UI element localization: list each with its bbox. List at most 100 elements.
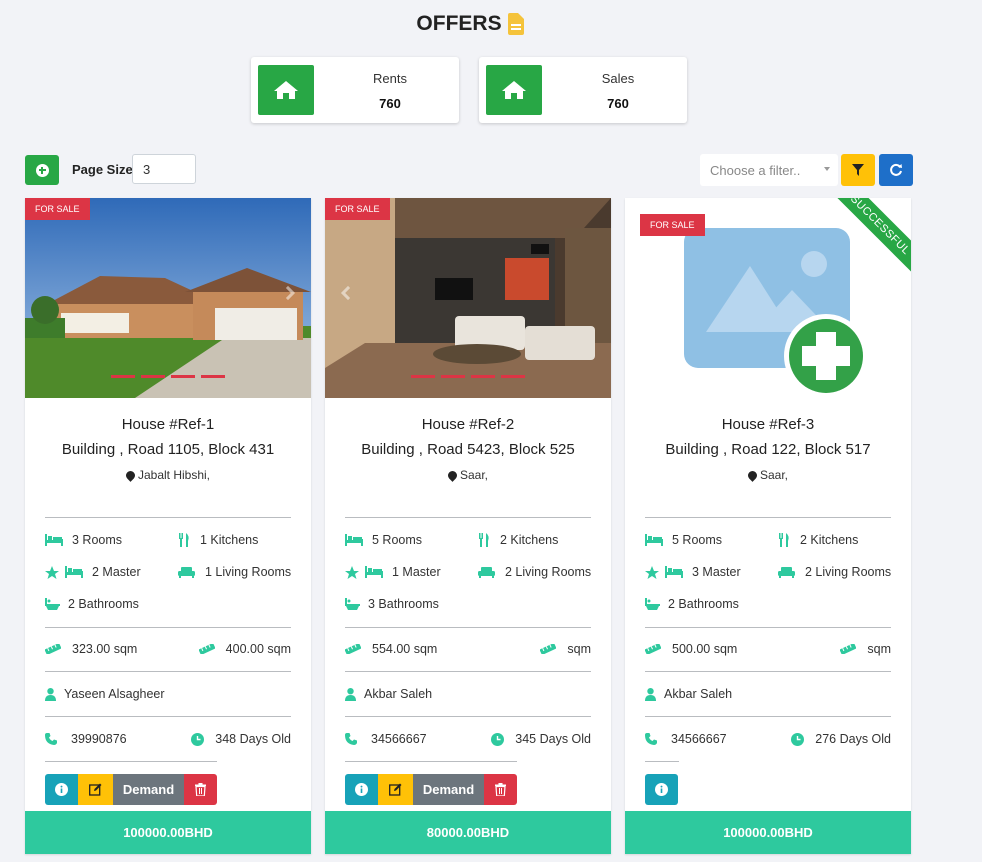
divider xyxy=(45,517,291,518)
image-placeholder[interactable]: FOR SALE SUCCESSFUL xyxy=(625,198,911,398)
offer-address: Building , Road 122, Block 517 xyxy=(665,441,871,458)
stat-label: Sales xyxy=(601,71,635,86)
kitchens-row: 2 Kitchens xyxy=(478,533,558,547)
bed-icon xyxy=(45,534,63,546)
offer-card: FOR SALE House #Ref-1 Building , Road 11… xyxy=(25,198,311,854)
divider xyxy=(645,671,891,672)
location-text: Jabalt Hibshi, xyxy=(137,468,211,482)
info-button[interactable] xyxy=(345,774,378,805)
info-button[interactable] xyxy=(45,774,78,805)
rooms-text: 5 Rooms xyxy=(672,533,723,547)
living-text: 2 Living Rooms xyxy=(805,565,892,579)
action-buttons: Demand xyxy=(345,774,517,805)
ruler-icon xyxy=(45,644,61,654)
map-pin-icon xyxy=(124,468,137,482)
kitchens-text: 2 Kitchens xyxy=(800,533,859,547)
page-size-input[interactable] xyxy=(132,154,196,184)
divider xyxy=(645,517,891,518)
offer-location: Saar, xyxy=(625,468,911,482)
area-row-2: 400.00 sqm xyxy=(198,642,291,656)
demand-button[interactable]: Demand xyxy=(113,774,184,805)
phone-text: 34566667 xyxy=(371,732,427,746)
map-pin-icon xyxy=(446,468,459,482)
ruler-icon xyxy=(645,644,661,654)
for-sale-badge: FOR SALE xyxy=(640,214,705,236)
divider xyxy=(645,761,679,762)
phone-icon xyxy=(45,733,57,745)
stat-sales: Sales 760 xyxy=(479,57,687,123)
ruler-icon xyxy=(840,644,857,654)
home-icon xyxy=(486,65,542,115)
trash-icon xyxy=(495,783,506,796)
delete-button[interactable] xyxy=(184,774,217,805)
divider xyxy=(645,716,891,717)
location-text: Saar, xyxy=(459,468,489,482)
bathrooms-row: 2 Bathrooms xyxy=(645,597,739,611)
rooms-text: 3 Rooms xyxy=(72,533,123,547)
divider xyxy=(345,671,591,672)
divider xyxy=(45,716,291,717)
living-row: 1 Living Rooms xyxy=(178,565,291,579)
master-row: 3 Master xyxy=(645,565,741,579)
carousel-indicators[interactable] xyxy=(111,375,225,378)
add-offer-button[interactable] xyxy=(25,155,59,185)
area-text-1: 323.00 sqm xyxy=(72,642,138,656)
refresh-button[interactable] xyxy=(879,154,913,186)
house-photo[interactable]: FOR SALE xyxy=(325,198,611,398)
stat-value: 760 xyxy=(607,96,629,111)
edit-icon xyxy=(89,783,102,796)
master-row: 1 Master xyxy=(345,565,441,579)
action-buttons: Demand xyxy=(45,774,217,805)
info-icon xyxy=(655,783,668,796)
page-title-text: OFFERS xyxy=(416,12,502,35)
agent-name: Akbar Saleh xyxy=(364,687,433,701)
bed-icon xyxy=(345,534,363,546)
couch-icon xyxy=(178,566,195,578)
filter-button[interactable] xyxy=(841,154,875,186)
map-pin-icon xyxy=(746,468,759,482)
kitchens-text: 1 Kitchens xyxy=(200,533,259,547)
divider xyxy=(45,627,291,628)
ruler-icon xyxy=(540,644,557,654)
master-row: 2 Master xyxy=(45,565,141,579)
agent-row: Akbar Saleh xyxy=(345,687,432,701)
carousel-indicators[interactable] xyxy=(411,375,525,378)
area-row-1: 500.00 sqm xyxy=(645,642,737,656)
bath-icon xyxy=(645,597,660,611)
house-photo[interactable]: FOR SALE xyxy=(25,198,311,398)
phone-icon xyxy=(345,733,357,745)
location-text: Saar, xyxy=(759,468,789,482)
filter-select[interactable]: Choose a filter.. xyxy=(700,154,838,186)
star-icon xyxy=(345,565,359,579)
delete-button[interactable] xyxy=(484,774,517,805)
ruler-icon xyxy=(345,644,361,654)
phone-row: 34566667 xyxy=(645,732,727,746)
divider xyxy=(345,761,517,762)
demand-button[interactable]: Demand xyxy=(413,774,484,805)
edit-icon xyxy=(389,783,402,796)
price-bar: 100000.00BHD xyxy=(625,811,911,854)
utensils-icon xyxy=(478,533,490,547)
rooms-row: 5 Rooms xyxy=(645,533,722,547)
area-text-2: sqm xyxy=(867,642,891,656)
stat-rents: Rents 760 xyxy=(251,57,459,123)
edit-button[interactable] xyxy=(78,774,113,805)
agent-name: Yaseen Alsagheer xyxy=(64,687,165,701)
clock-icon xyxy=(491,732,505,746)
area-row-1: 323.00 sqm xyxy=(45,642,137,656)
area-text-2: sqm xyxy=(567,642,591,656)
filter-placeholder: Choose a filter.. xyxy=(710,163,801,178)
page-size-label: Page Size xyxy=(72,162,133,177)
document-icon xyxy=(507,13,524,35)
offer-title: House #Ref-3 xyxy=(721,416,815,433)
area-row-2: sqm xyxy=(840,642,891,656)
edit-button[interactable] xyxy=(378,774,413,805)
info-button[interactable] xyxy=(645,774,678,805)
divider xyxy=(45,761,217,762)
master-text: 1 Master xyxy=(392,565,441,579)
offer-location: Jabalt Hibshi, xyxy=(25,468,311,482)
star-icon xyxy=(45,565,59,579)
agent-name: Akbar Saleh xyxy=(664,687,733,701)
rooms-text: 5 Rooms xyxy=(372,533,423,547)
bed-icon xyxy=(645,534,663,546)
